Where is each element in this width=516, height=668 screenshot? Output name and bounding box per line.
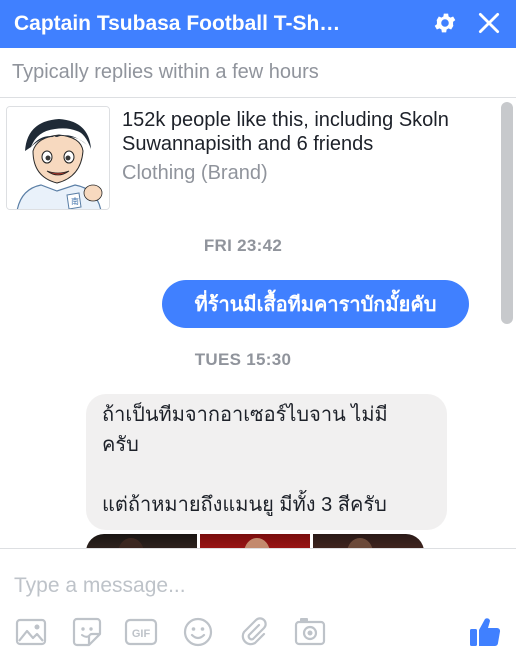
close-icon[interactable] (476, 10, 502, 36)
chat-header: Captain Tsubasa Football T-Sh… (0, 0, 516, 48)
gif-icon[interactable]: GIF (124, 615, 158, 649)
shared-image-attachment[interactable] (86, 534, 424, 548)
message-line: ครับ (102, 434, 139, 456)
message-timestamp: TUES 15:30 (194, 350, 292, 369)
message-input[interactable] (14, 571, 494, 601)
response-time-bar: Typically replies within a few hours (0, 48, 516, 98)
message-line-break (102, 460, 431, 490)
page-likes-text: 152k people like this, including Skoln S… (122, 109, 449, 155)
message-composer: GIF (0, 548, 516, 668)
shirt-photo-2[interactable] (199, 534, 311, 548)
like-icon[interactable] (468, 615, 502, 649)
message-line: แต่ถ้าหมายถึงแมนยู มีทั้ง 3 สีครับ (102, 494, 387, 516)
chat-title[interactable]: Captain Tsubasa Football T-Sh… (14, 12, 398, 36)
message-line: ถ้าเป็นทีมจากอาเซอร์ไบจาน ไม่มี (102, 404, 388, 426)
header-actions (432, 10, 502, 36)
composer-toolbar: GIF (0, 615, 516, 651)
emoji-icon[interactable] (181, 615, 215, 649)
incoming-message-bubble[interactable]: ถ้าเป็นทีมจากอาเซอร์ไบจาน ไม่มี ครับ แต่… (86, 394, 447, 530)
response-time-text: Typically replies within a few hours (12, 61, 319, 83)
gear-icon[interactable] (432, 10, 458, 36)
page-avatar[interactable]: 南 (6, 106, 110, 210)
svg-text:南: 南 (71, 196, 79, 206)
page-info-card: 南 152k people like this, including Skoln… (6, 106, 496, 210)
attachment-icon[interactable] (237, 615, 271, 649)
shirt-photo-1[interactable] (86, 534, 197, 548)
conversation-panel[interactable]: 南 152k people like this, including Skoln… (0, 98, 516, 548)
conversation-scrollbar[interactable] (500, 98, 514, 548)
gif-label: GIF (132, 628, 151, 640)
shirt-photo-3[interactable] (313, 534, 424, 548)
sticker-icon[interactable] (70, 615, 104, 649)
camera-icon[interactable] (293, 615, 327, 649)
image-icon[interactable] (14, 615, 48, 649)
message-timestamp: FRI 23:42 (203, 236, 283, 255)
scrollbar-thumb[interactable] (501, 102, 513, 324)
outgoing-message-bubble[interactable]: ที่ร้านมีเสื้อทีมคาราบักมั้ยคับ (162, 280, 469, 328)
page-category: Clothing (Brand) (122, 162, 268, 184)
